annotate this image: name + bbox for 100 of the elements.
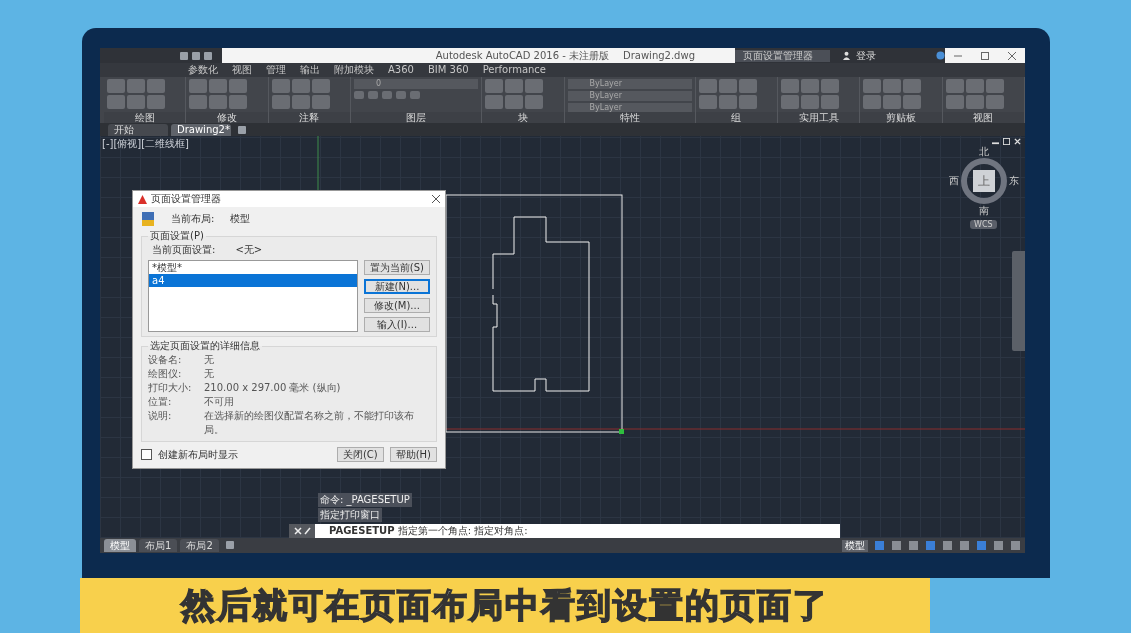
tool-icon[interactable]: [698, 95, 717, 109]
tool-icon[interactable]: [189, 95, 208, 109]
panel-title[interactable]: 特性: [564, 112, 695, 123]
viewcube-face[interactable]: 上: [973, 170, 995, 192]
tool-icon[interactable]: [189, 79, 208, 93]
tool-icon[interactable]: [229, 95, 248, 109]
tool-icon[interactable]: [127, 79, 145, 93]
tool-icon[interactable]: [209, 79, 228, 93]
panel-title[interactable]: 剪贴板: [860, 112, 942, 123]
dialog-button[interactable]: 新建(N)...: [363, 279, 430, 294]
ribbon-tab[interactable]: 视图: [232, 65, 252, 75]
grip-marker[interactable]: [619, 429, 624, 434]
panel-title[interactable]: 修改: [186, 112, 268, 123]
tool-icon[interactable]: [485, 79, 504, 93]
tool-icon[interactable]: [781, 95, 799, 109]
checkbox-label[interactable]: 创建新布局时显示: [158, 447, 331, 462]
tool-icon[interactable]: [291, 95, 310, 109]
tool-icon[interactable]: [698, 79, 717, 93]
tool-icon[interactable]: [801, 95, 819, 109]
tool-icon[interactable]: [718, 79, 737, 93]
command-line-field[interactable]: PAGESETUP 指定第一个角点: 指定对角点:: [315, 524, 840, 538]
tool-icon[interactable]: [738, 95, 757, 109]
tool-icon[interactable]: [311, 79, 330, 93]
tool-icon[interactable]: [525, 95, 544, 109]
tool-icon[interactable]: [883, 79, 902, 93]
tool-icon[interactable]: [505, 95, 524, 109]
compass-label[interactable]: 西: [949, 176, 959, 186]
ribbon-tab[interactable]: BIM 360: [427, 65, 469, 75]
ribbon-tab[interactable]: 管理: [266, 65, 286, 75]
file-tab[interactable]: Drawing2*: [171, 124, 231, 136]
tool-icon[interactable]: [107, 95, 125, 109]
dialog-button[interactable]: 置为当前(S): [363, 260, 430, 275]
ribbon-tab[interactable]: 附加模块: [334, 65, 374, 75]
tool-icon[interactable]: [291, 79, 310, 93]
tool-icon[interactable]: [883, 95, 902, 109]
panel-title[interactable]: 绘图: [104, 112, 186, 123]
tool-icon[interactable]: [505, 79, 524, 93]
panel-title[interactable]: 实用工具: [778, 112, 860, 123]
panel-title[interactable]: 图层: [351, 112, 482, 123]
sign-in-link[interactable]: 登录: [856, 48, 931, 63]
tool-icon[interactable]: [410, 91, 421, 99]
viewport-label[interactable]: [-][俯视][二维线框]: [102, 137, 190, 151]
compass-label[interactable]: 北: [979, 147, 989, 157]
close-icon[interactable]: [1007, 51, 1016, 60]
user-icon[interactable]: [842, 51, 851, 60]
layout-tab[interactable]: 布局2: [180, 539, 219, 552]
navigation-bar[interactable]: [1012, 251, 1025, 351]
tool-icon[interactable]: [781, 79, 799, 93]
search-field[interactable]: 页面设置管理器: [735, 49, 830, 62]
tool-icon[interactable]: [382, 91, 393, 99]
tool-icon[interactable]: [903, 95, 922, 109]
tool-icon[interactable]: [965, 95, 984, 109]
tool-icon[interactable]: [903, 79, 922, 93]
dialog-button[interactable]: 输入(I)...: [363, 317, 430, 332]
tool-icon[interactable]: [354, 91, 365, 99]
tool-icon[interactable]: [821, 79, 839, 93]
panel-title[interactable]: 组: [695, 112, 777, 123]
tool-icon[interactable]: [821, 95, 839, 109]
tool-icon[interactable]: [127, 95, 145, 109]
checkbox[interactable]: [141, 449, 152, 460]
ribbon-tab[interactable]: 参数化: [188, 65, 218, 75]
dialog-button[interactable]: 帮助(H): [389, 447, 437, 462]
tool-icon[interactable]: [229, 79, 248, 93]
ribbon-tab[interactable]: Performance: [482, 65, 546, 75]
tool-icon[interactable]: [738, 79, 757, 93]
dialog-button[interactable]: 关闭(C): [336, 447, 384, 462]
panel-title[interactable]: 视图: [942, 112, 1025, 123]
tool-icon[interactable]: [985, 95, 1004, 109]
wcs-button[interactable]: WCS: [970, 220, 997, 229]
tool-icon[interactable]: [863, 95, 882, 109]
tool-icon[interactable]: [271, 79, 290, 93]
tool-icon[interactable]: [485, 95, 504, 109]
list-item[interactable]: a4: [149, 274, 357, 287]
model-space-button[interactable]: 模型: [842, 539, 868, 552]
file-tab[interactable]: 开始: [108, 124, 168, 136]
tool-icon[interactable]: [945, 79, 964, 93]
tool-icon[interactable]: [271, 95, 290, 109]
dialog-button[interactable]: 修改(M)...: [363, 298, 430, 313]
help-icon[interactable]: [936, 51, 945, 60]
tool-icon[interactable]: [965, 79, 984, 93]
ribbon-tab[interactable]: A360: [388, 65, 414, 75]
tool-icon[interactable]: [311, 95, 330, 109]
maximize-icon[interactable]: [981, 51, 989, 60]
panel-title[interactable]: 注释: [268, 112, 351, 123]
ribbon-tab[interactable]: 输出: [300, 65, 320, 75]
compass-label[interactable]: 东: [1009, 176, 1019, 186]
restore-icon[interactable]: [1003, 138, 1010, 145]
tool-icon[interactable]: [863, 79, 882, 93]
tool-icon[interactable]: [985, 79, 1004, 93]
tool-icon[interactable]: [107, 79, 125, 93]
tool-icon[interactable]: [396, 91, 407, 99]
tool-icon[interactable]: [801, 79, 819, 93]
tool-icon[interactable]: [209, 95, 228, 109]
tool-icon[interactable]: [718, 95, 737, 109]
tool-icon[interactable]: [147, 79, 165, 93]
command-toolbar[interactable]: [289, 524, 315, 538]
tool-icon[interactable]: [368, 91, 379, 99]
list-item[interactable]: *模型*: [149, 261, 357, 274]
compass-label[interactable]: 南: [979, 206, 989, 216]
tool-icon[interactable]: [147, 95, 165, 109]
